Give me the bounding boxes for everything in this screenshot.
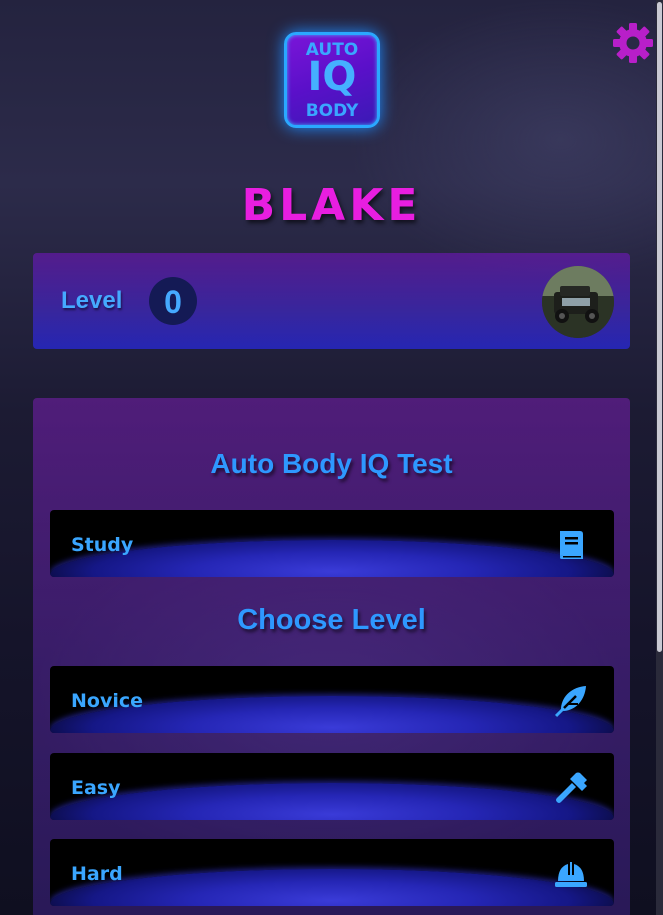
level-label: Level: [61, 287, 123, 314]
level-button-easy[interactable]: Easy: [50, 753, 614, 820]
level-badge: 0: [149, 277, 197, 325]
page-title: Auto Body IQ Test: [210, 448, 453, 479]
study-button-label: Study: [71, 534, 134, 556]
button-glow: [50, 783, 614, 820]
button-glow: [50, 540, 614, 577]
gear-icon[interactable]: [612, 22, 654, 64]
book-icon: [554, 528, 588, 562]
level-button-label: Novice: [71, 690, 144, 712]
button-glow: [50, 869, 614, 906]
hard-hat-icon: [554, 857, 588, 891]
username-heading: BLAKE: [241, 180, 422, 231]
app-logo: AUTO IQ BODY: [284, 32, 380, 128]
scrollbar-thumb[interactable]: [657, 2, 662, 652]
level-button-novice[interactable]: Novice: [50, 666, 614, 733]
level-button-label: Hard: [71, 863, 123, 885]
level-button-label: Easy: [71, 777, 121, 799]
logo-text-iq: IQ: [307, 54, 357, 100]
feather-icon: [554, 684, 588, 718]
hammer-icon: [554, 771, 588, 805]
level-button-hard[interactable]: Hard: [50, 839, 614, 906]
logo-text-body: BODY: [305, 101, 359, 121]
study-button[interactable]: Study: [50, 510, 614, 577]
avatar[interactable]: [542, 266, 614, 338]
choose-level-title: Choose Level: [237, 604, 426, 636]
level-card: Level 0: [33, 253, 630, 349]
